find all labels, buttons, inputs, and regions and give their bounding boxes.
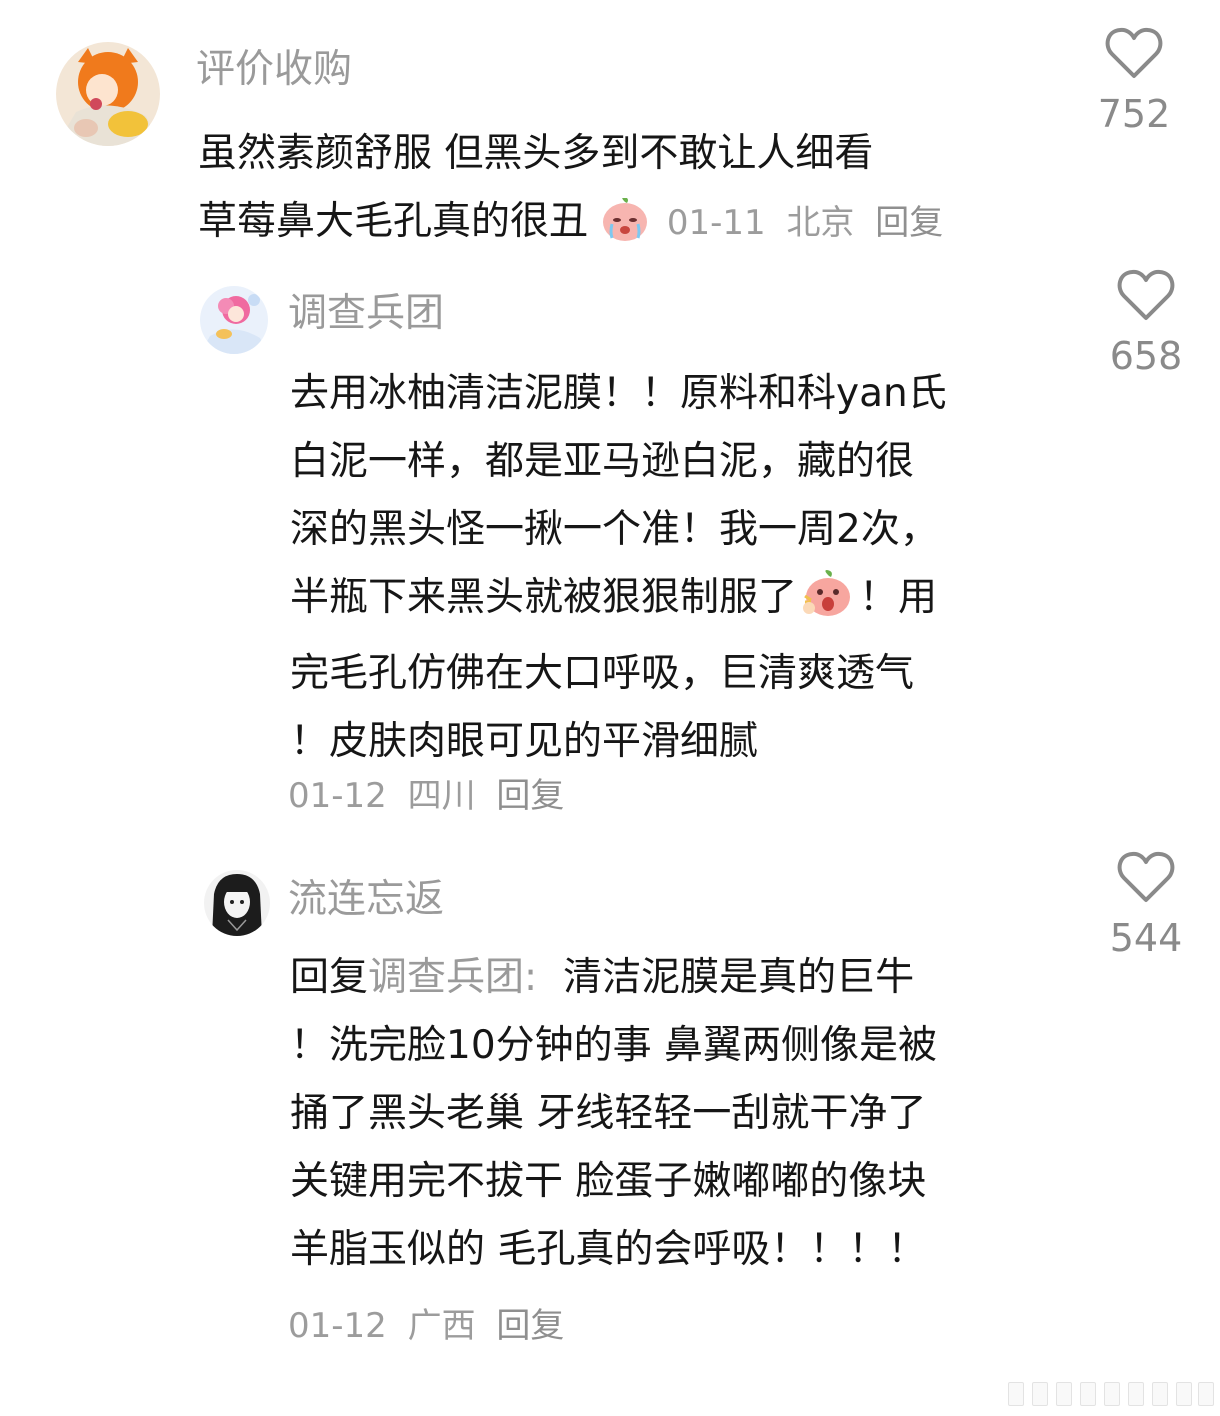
comment-meta: 01-11 北京 回复: [656, 203, 943, 243]
reply-button[interactable]: 回复: [875, 203, 943, 243]
like-button[interactable]: 752: [1084, 26, 1184, 134]
comment-line: 羊脂玉似的 毛孔真的会呼吸！！！！: [290, 1227, 927, 1272]
comment-line: 关键用完不拔干 脸蛋子嫩嘟嘟的像块: [290, 1159, 927, 1204]
heart-outline-icon: [1084, 26, 1184, 80]
avatar-image: [200, 286, 268, 354]
comment-line: 完毛孔仿佛在大口呼吸，巨清爽透气: [290, 651, 915, 696]
comment-line: 半瓶下来黑头就被狠狠制服了 ！用: [290, 564, 947, 640]
reply-button[interactable]: 回复: [496, 776, 564, 816]
comment-meta: 01-12 广西 回复: [288, 1304, 564, 1348]
comment-location: 广西: [407, 1306, 476, 1346]
comment-date: 01-12: [288, 776, 387, 816]
reply-to-username[interactable]: 调查兵团:: [368, 955, 537, 1000]
comment-meta: 01-12 四川 回复: [288, 774, 564, 818]
comment-line: 回复调查兵团: 清洁泥膜是真的巨牛: [290, 944, 937, 1012]
watermark-bar: [1152, 1382, 1168, 1406]
watermark-bar: [1198, 1382, 1214, 1406]
watermark-bar: [1032, 1382, 1048, 1406]
comment-item: 评价收购 虽然素颜舒服 但黑头多到不敢让人细看 草莓鼻大毛孔真的很丑 01-11…: [0, 0, 1220, 260]
reply-comment-item: 流连忘返 回复调查兵团: 清洁泥膜是真的巨牛 ！洗完脸10分钟的事 鼻翼两侧像是被…: [0, 840, 1220, 1370]
comment-line: 草莓鼻大毛孔真的很丑 01-11 北京 回复: [198, 188, 943, 264]
comment-line-text: 半瓶下来黑头就被狠狠制服了: [290, 575, 798, 620]
comment-text: 虽然素颜舒服 但黑头多到不敢让人细看 草莓鼻大毛孔真的很丑 01-11 北京 回…: [198, 120, 943, 264]
watermark-bar: [1080, 1382, 1096, 1406]
like-count: 752: [1097, 92, 1171, 136]
comment-text: 去用冰柚清洁泥膜！！原料和科yan氏 白泥一样，都是亚马逊白泥，藏的很 深的黑头…: [290, 360, 947, 776]
heart-outline-icon: [1094, 850, 1198, 904]
comment-line: 白泥一样，都是亚马逊白泥，藏的很: [290, 439, 915, 484]
reply-comment-item: 调查兵团 去用冰柚清洁泥膜！！原料和科yan氏 白泥一样，都是亚马逊白泥，藏的很…: [0, 260, 1220, 820]
avatar-image: [204, 870, 270, 936]
comment-date: 01-11: [666, 203, 766, 243]
heart-outline-icon: [1094, 268, 1198, 322]
watermark-bar: [1008, 1382, 1024, 1406]
avatar[interactable]: [200, 286, 268, 354]
comment-date: 01-12: [288, 1306, 387, 1346]
avatar[interactable]: [56, 42, 160, 146]
comment-line: 深的黑头怪一揪一个准！我一周2次，: [290, 507, 939, 552]
watermark-bar: [1176, 1382, 1192, 1406]
comment-text: 回复调查兵团: 清洁泥膜是真的巨牛 ！洗完脸10分钟的事 鼻翼两侧像是被 捅了黑头…: [290, 944, 937, 1284]
like-count: 658: [1109, 334, 1183, 378]
like-button[interactable]: 544: [1094, 850, 1198, 958]
avatar-image: [56, 42, 160, 146]
like-button[interactable]: 658: [1094, 268, 1198, 376]
comment-location: 北京: [786, 203, 855, 243]
comment-line: 虽然素颜舒服 但黑头多到不敢让人细看: [198, 131, 874, 176]
comment-line-text: ！用: [859, 575, 938, 620]
comment-line-text: 清洁泥膜是真的巨牛: [563, 955, 915, 1000]
comment-line: ！皮肤肉眼可见的平滑细腻: [290, 719, 759, 764]
comment-line: 去用冰柚清洁泥膜！！原料和科yan氏: [290, 371, 947, 416]
username[interactable]: 调查兵团: [288, 290, 444, 338]
surprised-peach-emoji: [801, 570, 855, 640]
watermark: [1008, 1378, 1214, 1408]
username[interactable]: 流连忘返: [288, 876, 444, 924]
comment-location: 四川: [407, 776, 476, 816]
reply-button[interactable]: 回复: [496, 1306, 564, 1346]
reply-prefix: 回复: [290, 955, 369, 1000]
comment-line: 捅了黑头老巢 牙线轻轻一刮就干净了: [290, 1091, 927, 1136]
comment-line: ！洗完脸10分钟的事 鼻翼两侧像是被: [290, 1023, 938, 1068]
like-count: 544: [1109, 916, 1183, 960]
crying-peach-emoji: [600, 196, 650, 264]
comment-line-text: 草莓鼻大毛孔真的很丑: [198, 199, 589, 244]
avatar[interactable]: [204, 870, 270, 936]
username[interactable]: 评价收购: [196, 46, 352, 94]
watermark-bar: [1104, 1382, 1120, 1406]
watermark-bar: [1128, 1382, 1144, 1406]
watermark-bar: [1056, 1382, 1072, 1406]
